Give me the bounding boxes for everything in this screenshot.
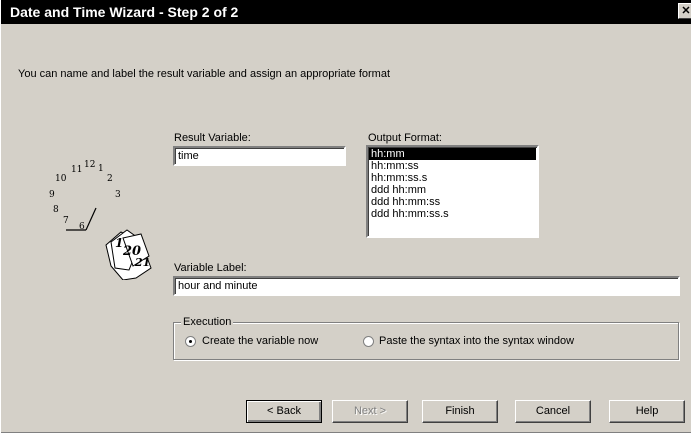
variable-label-label: Variable Label: bbox=[174, 262, 247, 274]
clock-number: 2 bbox=[107, 174, 113, 184]
output-format-list[interactable]: hh:mm hh:mm:ss hh:mm:ss.s ddd hh:mm ddd … bbox=[366, 145, 539, 238]
clock-number: 11 bbox=[71, 165, 83, 175]
close-icon: ✕ bbox=[681, 5, 691, 17]
finish-button[interactable]: Finish bbox=[422, 400, 498, 423]
output-format-label: Output Format: bbox=[368, 132, 442, 144]
output-format-option[interactable]: hh:mm bbox=[369, 148, 536, 160]
output-format-option[interactable]: ddd hh:mm:ss.s bbox=[369, 208, 536, 220]
output-format-option[interactable]: ddd hh:mm:ss bbox=[369, 196, 536, 208]
cancel-button[interactable]: Cancel bbox=[515, 400, 591, 423]
next-button[interactable]: Next > bbox=[332, 400, 408, 423]
clock-number: 9 bbox=[49, 190, 55, 200]
paste-syntax-radio[interactable] bbox=[363, 336, 374, 347]
clock-number: 6 bbox=[79, 222, 85, 232]
clock-number: 1 bbox=[98, 164, 104, 174]
clock-number: 10 bbox=[55, 174, 67, 184]
result-variable-input[interactable]: time bbox=[173, 146, 346, 166]
window-title: Date and Time Wizard - Step 2 of 2 bbox=[10, 4, 239, 20]
output-format-option[interactable]: ddd hh:mm bbox=[369, 184, 536, 196]
clock-number: 12 bbox=[84, 160, 96, 170]
paste-syntax-label[interactable]: Paste the syntax into the syntax window bbox=[379, 335, 574, 347]
create-now-label[interactable]: Create the variable now bbox=[202, 335, 318, 347]
clock-calendar-illustration: 12 1 2 3 11 10 9 8 7 6 1 20 21 bbox=[41, 160, 161, 280]
execution-legend: Execution bbox=[181, 316, 234, 328]
wizard-window: Date and Time Wizard - Step 2 of 2 ✕ You… bbox=[0, 0, 691, 433]
close-button[interactable]: ✕ bbox=[678, 3, 691, 19]
back-button[interactable]: < Back bbox=[246, 400, 322, 423]
intro-text: You can name and label the result variab… bbox=[18, 68, 391, 80]
help-button[interactable]: Help bbox=[609, 400, 685, 423]
variable-label-input[interactable]: hour and minute bbox=[173, 276, 680, 296]
radio-selected-dot bbox=[189, 340, 192, 343]
output-format-option[interactable]: hh:mm:ss bbox=[369, 160, 536, 172]
title-bar: Date and Time Wizard - Step 2 of 2 ✕ bbox=[1, 0, 691, 24]
clock-number: 7 bbox=[63, 216, 69, 226]
clock-number: 8 bbox=[53, 205, 59, 215]
clock-number: 3 bbox=[115, 190, 121, 200]
create-now-radio[interactable] bbox=[185, 336, 196, 347]
calendar-number: 21 bbox=[135, 256, 151, 269]
result-variable-label: Result Variable: bbox=[174, 132, 251, 144]
output-format-option[interactable]: hh:mm:ss.s bbox=[369, 172, 536, 184]
